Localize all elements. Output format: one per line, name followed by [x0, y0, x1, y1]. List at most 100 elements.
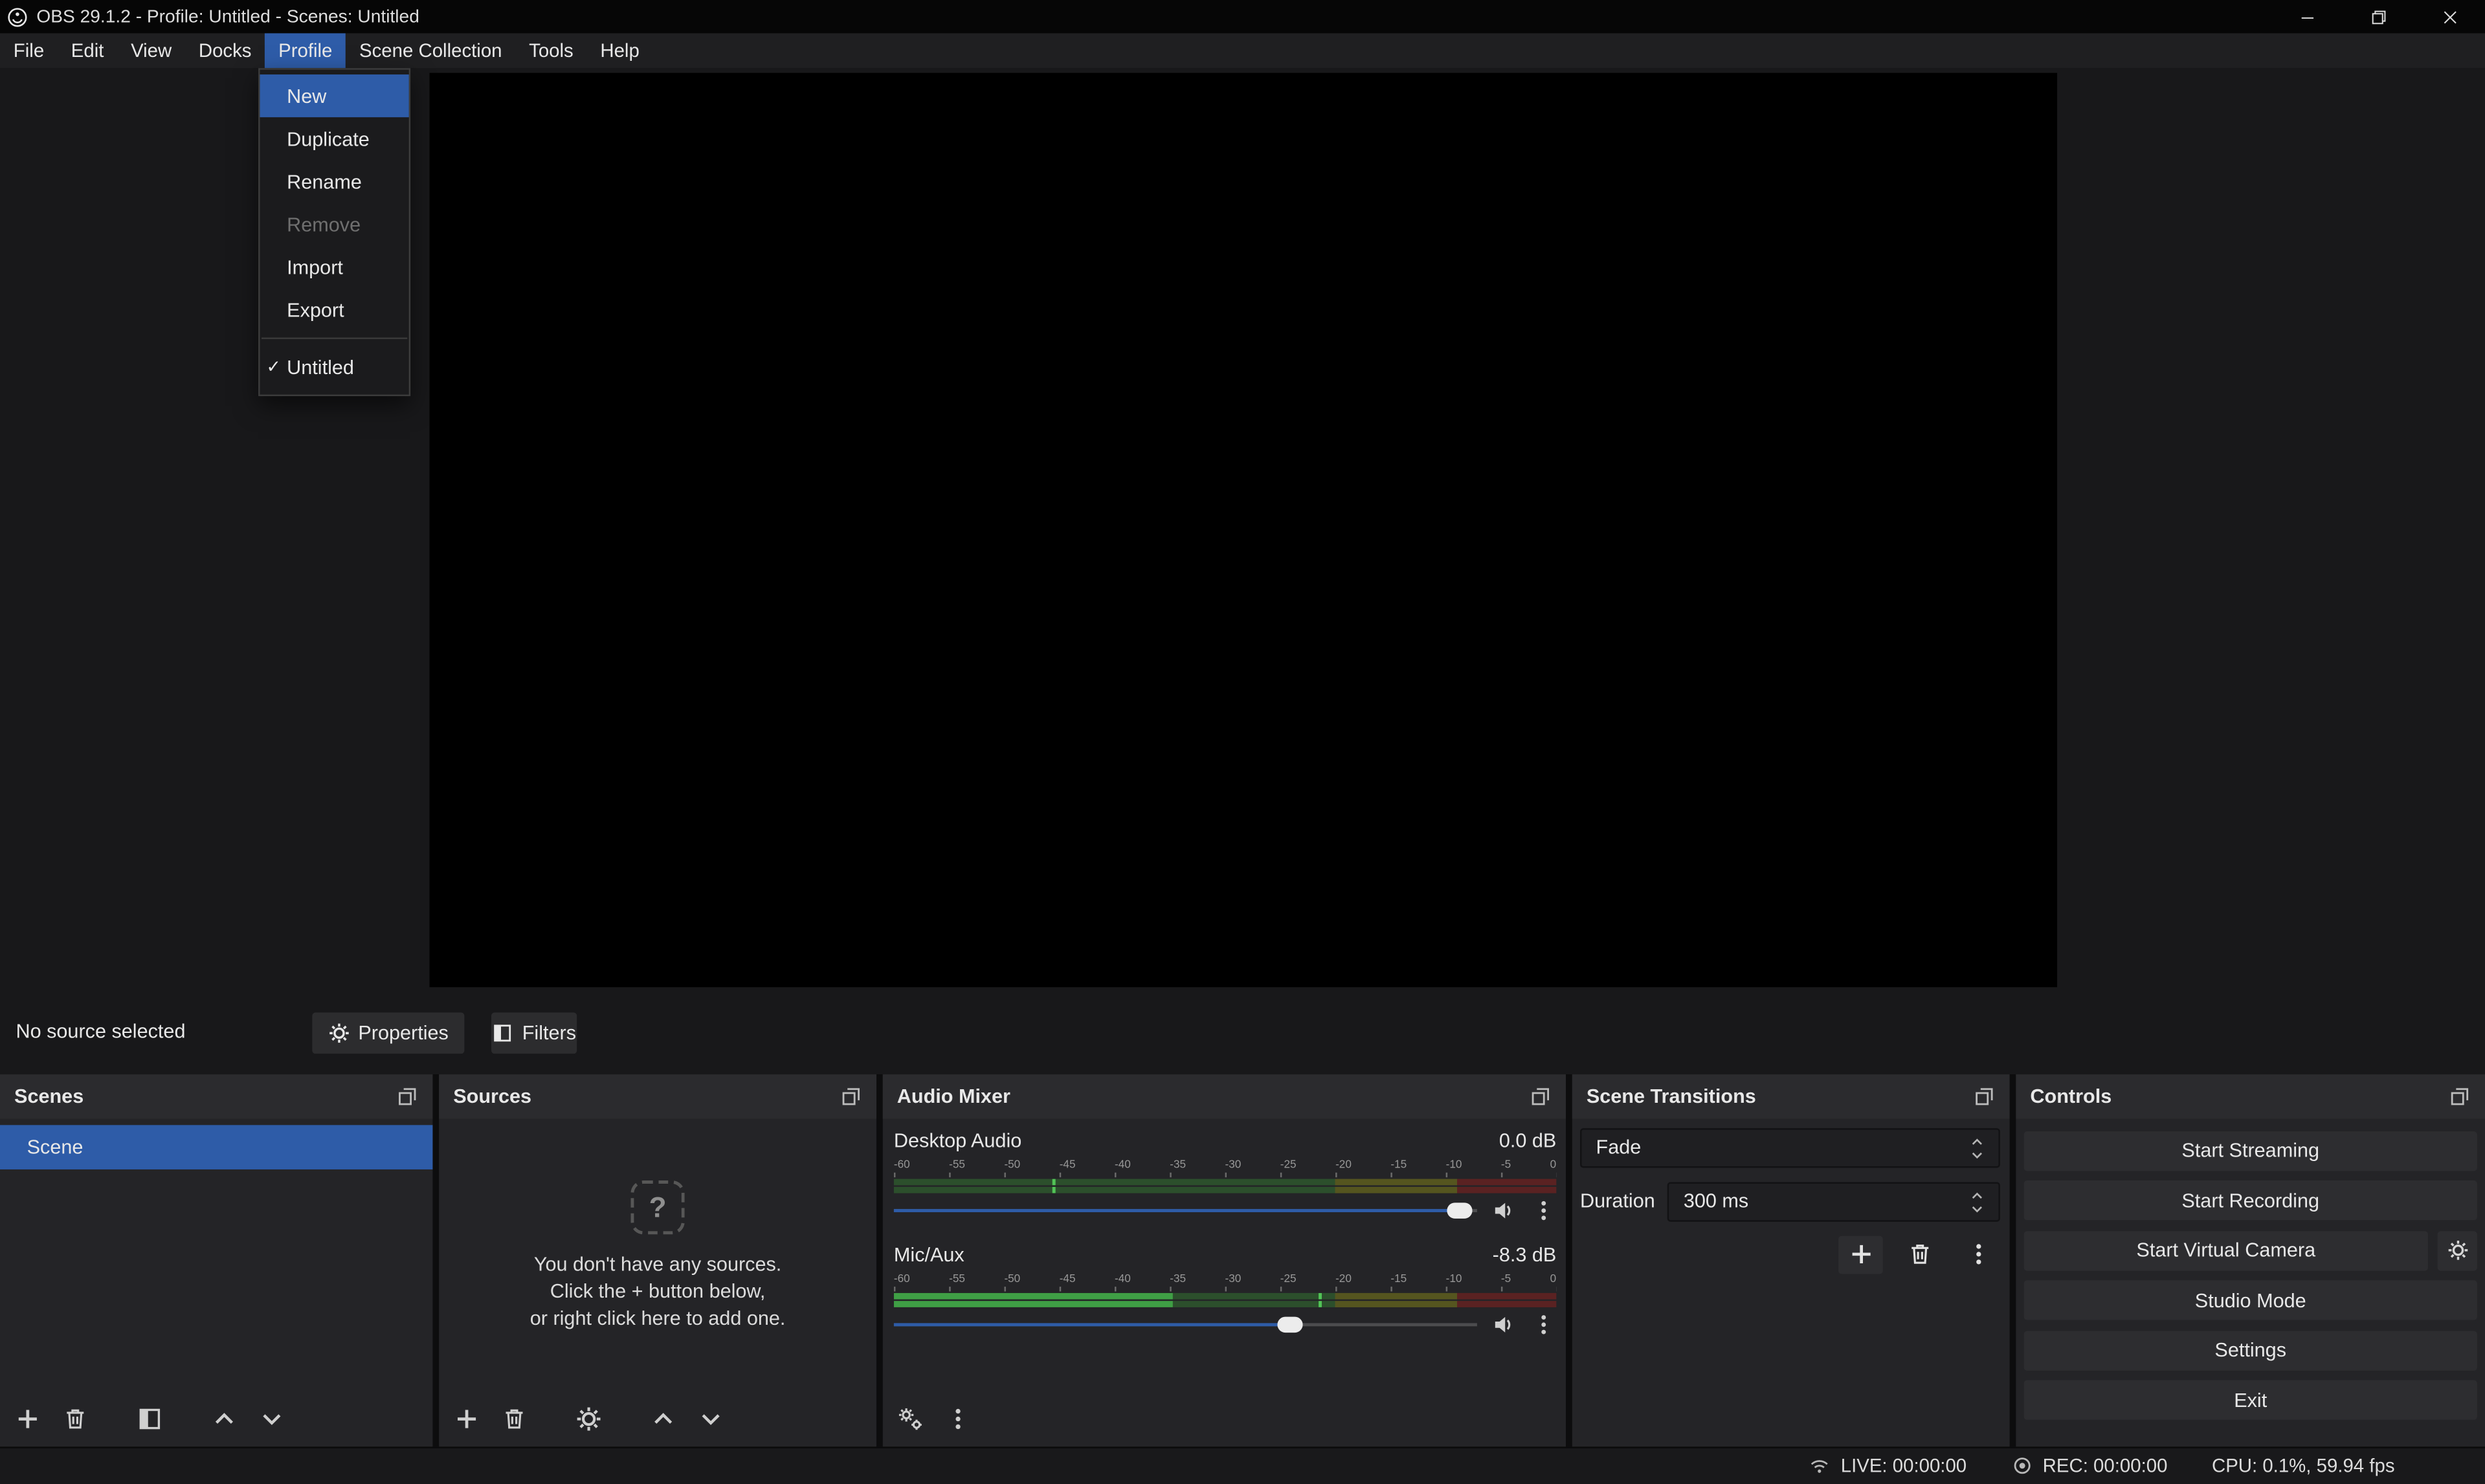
menu-docks[interactable]: Docks — [185, 33, 265, 68]
rec-status: REC: 00:00:00 — [2011, 1455, 2168, 1477]
mixer-channel-mic-aux: Mic/Aux -8.3 dB -60-55-50-45-40-35-30-25… — [894, 1243, 1556, 1336]
menubar: File Edit View Docks Profile Scene Colle… — [0, 33, 2485, 68]
duration-value: 300 ms — [1684, 1190, 1748, 1212]
properties-button[interactable]: Properties — [312, 1013, 464, 1054]
scene-list-item[interactable]: Scene — [0, 1124, 432, 1169]
profile-menu-new[interactable]: New — [260, 74, 409, 117]
volume-meter — [894, 1179, 1556, 1185]
volume-slider[interactable] — [894, 1312, 1477, 1334]
volume-slider-handle[interactable] — [1447, 1202, 1472, 1217]
profile-menu-remove: Remove — [260, 203, 409, 245]
popout-icon[interactable] — [1530, 1085, 1552, 1107]
mixer-dock-header: Audio Mixer — [883, 1074, 1566, 1118]
sources-dock: Sources ? You don't have any sources. Cl… — [439, 1074, 876, 1446]
minimize-button[interactable] — [2271, 0, 2343, 33]
volume-slider-handle[interactable] — [1278, 1316, 1303, 1331]
tick-label: -5 — [1501, 1159, 1511, 1170]
profile-menu-untitled[interactable]: ✓ Untitled — [260, 346, 409, 388]
mute-speaker-icon[interactable] — [1491, 1311, 1517, 1336]
window-buttons — [2271, 0, 2485, 33]
channel-menu-dots-icon[interactable] — [1531, 1197, 1556, 1223]
filters-label: Filters — [522, 1022, 576, 1044]
menu-file[interactable]: File — [0, 33, 58, 68]
menu-tools[interactable]: Tools — [515, 33, 586, 68]
scenes-dock: Scenes Scene — [0, 1074, 432, 1446]
add-transition-button[interactable] — [1838, 1235, 1883, 1274]
profile-menu-export[interactable]: Export — [260, 289, 409, 331]
meter-scale: -60-55-50-45-40-35-30-25-20-15-10-50 — [894, 1270, 1556, 1284]
menu-profile[interactable]: Profile — [265, 33, 346, 68]
meter-scale: -60-55-50-45-40-35-30-25-20-15-10-50 — [894, 1156, 1556, 1170]
virtual-camera-settings-button[interactable] — [2438, 1230, 2477, 1270]
menu-help[interactable]: Help — [587, 33, 653, 68]
profile-menu-rename[interactable]: Rename — [260, 160, 409, 203]
obs-logo-icon — [6, 6, 28, 28]
check-icon: ✓ — [266, 357, 287, 377]
start-virtual-camera-button[interactable]: Start Virtual Camera — [2024, 1230, 2428, 1270]
move-scene-down-button[interactable] — [258, 1406, 285, 1433]
scene-filters-icon[interactable] — [137, 1406, 164, 1433]
transition-select[interactable]: Fade — [1580, 1127, 2000, 1167]
mute-speaker-icon[interactable] — [1491, 1197, 1517, 1223]
popout-icon[interactable] — [2449, 1085, 2471, 1107]
profile-menu-duplicate[interactable]: Duplicate — [260, 117, 409, 160]
help-icon: ? — [630, 1180, 684, 1234]
channel-name: Desktop Audio — [894, 1129, 1021, 1151]
move-scene-up-button[interactable] — [211, 1406, 238, 1433]
sources-list[interactable]: ? You don't have any sources. Click the … — [439, 1118, 876, 1392]
start-recording-button[interactable]: Start Recording — [2024, 1180, 2477, 1220]
mixer-menu-dots-icon[interactable] — [944, 1406, 972, 1433]
spinner-arrows-icon[interactable] — [1970, 1190, 1984, 1213]
tick-label: -25 — [1280, 1273, 1297, 1284]
duration-input[interactable]: 300 ms — [1667, 1181, 2000, 1221]
add-source-button[interactable] — [453, 1406, 480, 1433]
studio-mode-button[interactable]: Studio Mode — [2024, 1280, 2477, 1320]
remove-source-button[interactable] — [501, 1406, 528, 1433]
tick-label: -40 — [1115, 1159, 1131, 1170]
advanced-audio-gears-icon[interactable] — [897, 1406, 924, 1433]
restore-button[interactable] — [2343, 0, 2414, 33]
volume-slider[interactable] — [894, 1199, 1477, 1221]
tick-label: -25 — [1280, 1159, 1297, 1170]
volume-meter — [894, 1187, 1556, 1193]
cpu-fps-label: CPU: 0.1%, 59.94 fps — [2212, 1455, 2395, 1477]
move-source-down-button[interactable] — [697, 1406, 724, 1433]
move-source-up-button[interactable] — [650, 1406, 677, 1433]
meter-tick-marks — [894, 1172, 1556, 1177]
transitions-dock-title: Scene Transitions — [1587, 1085, 1756, 1107]
close-button[interactable] — [2414, 0, 2485, 33]
remove-transition-button[interactable] — [1897, 1235, 1942, 1274]
settings-button[interactable]: Settings — [2024, 1330, 2477, 1369]
controls-dock: Controls Start Streaming Start Recording… — [2016, 1074, 2485, 1446]
menu-edit[interactable]: Edit — [58, 33, 117, 68]
profile-menu-import[interactable]: Import — [260, 246, 409, 289]
filters-button[interactable]: Filters — [491, 1013, 577, 1054]
empty-text-line: Click the + button below, — [550, 1280, 766, 1302]
rec-time-label: REC: 00:00:00 — [2043, 1455, 2168, 1477]
transition-menu-dots-icon[interactable] — [1956, 1235, 2000, 1274]
transitions-body: Fade Duration 300 ms — [1572, 1118, 2010, 1446]
controls-dock-title: Controls — [2030, 1085, 2112, 1107]
popout-icon[interactable] — [396, 1085, 418, 1107]
add-scene-button[interactable] — [14, 1406, 41, 1433]
menu-view[interactable]: View — [117, 33, 185, 68]
tick-label: -30 — [1225, 1273, 1242, 1284]
tick-label: -50 — [1004, 1273, 1020, 1284]
tick-label: 0 — [1550, 1159, 1557, 1170]
preview-canvas[interactable] — [430, 73, 2058, 988]
popout-icon[interactable] — [840, 1085, 862, 1107]
exit-button[interactable]: Exit — [2024, 1380, 2477, 1420]
tick-label: -5 — [1501, 1273, 1511, 1284]
channel-level-db: 0.0 dB — [1499, 1129, 1556, 1151]
remove-scene-button[interactable] — [61, 1406, 89, 1433]
mixer-body: Desktop Audio 0.0 dB -60-55-50-45-40-35-… — [883, 1118, 1566, 1392]
menu-scene-collection[interactable]: Scene Collection — [346, 33, 515, 68]
menu-separator — [262, 338, 407, 339]
channel-menu-dots-icon[interactable] — [1531, 1311, 1556, 1336]
scenes-toolbar — [0, 1392, 432, 1446]
start-streaming-button[interactable]: Start Streaming — [2024, 1131, 2477, 1170]
popout-icon[interactable] — [1973, 1085, 1995, 1107]
tick-label: -45 — [1060, 1159, 1076, 1170]
tick-label: -20 — [1335, 1273, 1352, 1284]
source-properties-button[interactable] — [575, 1406, 603, 1433]
